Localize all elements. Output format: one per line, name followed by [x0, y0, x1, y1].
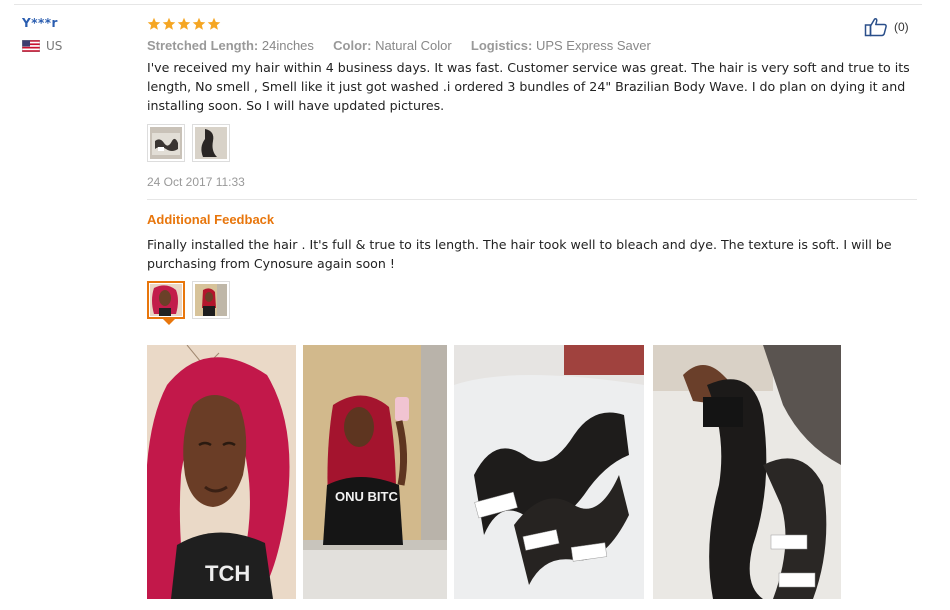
reviewer-name: Y***r [22, 16, 58, 30]
top-divider [14, 4, 922, 5]
photo-thumbnail-selected[interactable] [147, 281, 185, 325]
reviewer-info: Y***r US [22, 16, 62, 53]
attr-length-label: Stretched Length: [147, 38, 259, 53]
red-hair-mirror-photo [195, 284, 227, 316]
product-attributes: Stretched Length: 24inches Color: Natura… [147, 38, 917, 53]
section-divider [147, 199, 917, 200]
gallery-photo-2[interactable]: ONU BITC [303, 345, 447, 599]
photo-thumbnail[interactable] [192, 281, 230, 319]
gallery-photo-1[interactable]: TCH [147, 345, 296, 599]
hair-bundles-photo [150, 127, 182, 159]
attr-length-value: 24inches [261, 38, 314, 53]
svg-text:TCH: TCH [205, 561, 250, 586]
star-icon [207, 17, 221, 30]
reviewer-country: US [22, 39, 62, 53]
star-icon [177, 17, 191, 30]
review-photo-thumbnails [147, 124, 917, 162]
hair-bundle-dark-photo [195, 127, 227, 159]
attr-color-value: Natural Color [375, 38, 452, 53]
additional-photo-thumbnails [147, 281, 917, 325]
photo-thumbnail[interactable] [147, 124, 185, 162]
red-hair-selfie-photo: TCH [147, 345, 296, 599]
additional-feedback-text: Finally installed the hair . It's full &… [147, 237, 892, 271]
review-text: I've received my hair within 4 business … [147, 60, 910, 113]
review-content: Stretched Length: 24inches Color: Natura… [147, 14, 917, 325]
svg-text:ONU BITC: ONU BITC [335, 489, 398, 504]
star-icon [192, 17, 206, 30]
photo-thumbnail[interactable] [192, 124, 230, 162]
gallery-photo-3[interactable] [454, 345, 644, 599]
country-code: US [46, 39, 63, 53]
red-hair-mirror-selfie-photo: ONU BITC [303, 345, 447, 599]
additional-feedback-title: Additional Feedback [147, 212, 275, 227]
star-rating [147, 14, 917, 34]
attr-logistics-value: UPS Express Saver [535, 38, 651, 53]
red-hair-selfie-photo [150, 284, 182, 316]
review-date: 24 Oct 2017 11:33 [147, 175, 245, 189]
hair-bundles-packaged-photo [454, 345, 644, 599]
star-icon [147, 17, 161, 30]
star-icon [162, 17, 176, 30]
us-flag-icon [22, 40, 40, 52]
gallery-photo-4[interactable] [653, 345, 841, 599]
attr-logistics-label: Logistics: [470, 38, 533, 53]
hair-bundle-held-photo [653, 345, 841, 599]
attr-color-label: Color: [333, 38, 372, 53]
